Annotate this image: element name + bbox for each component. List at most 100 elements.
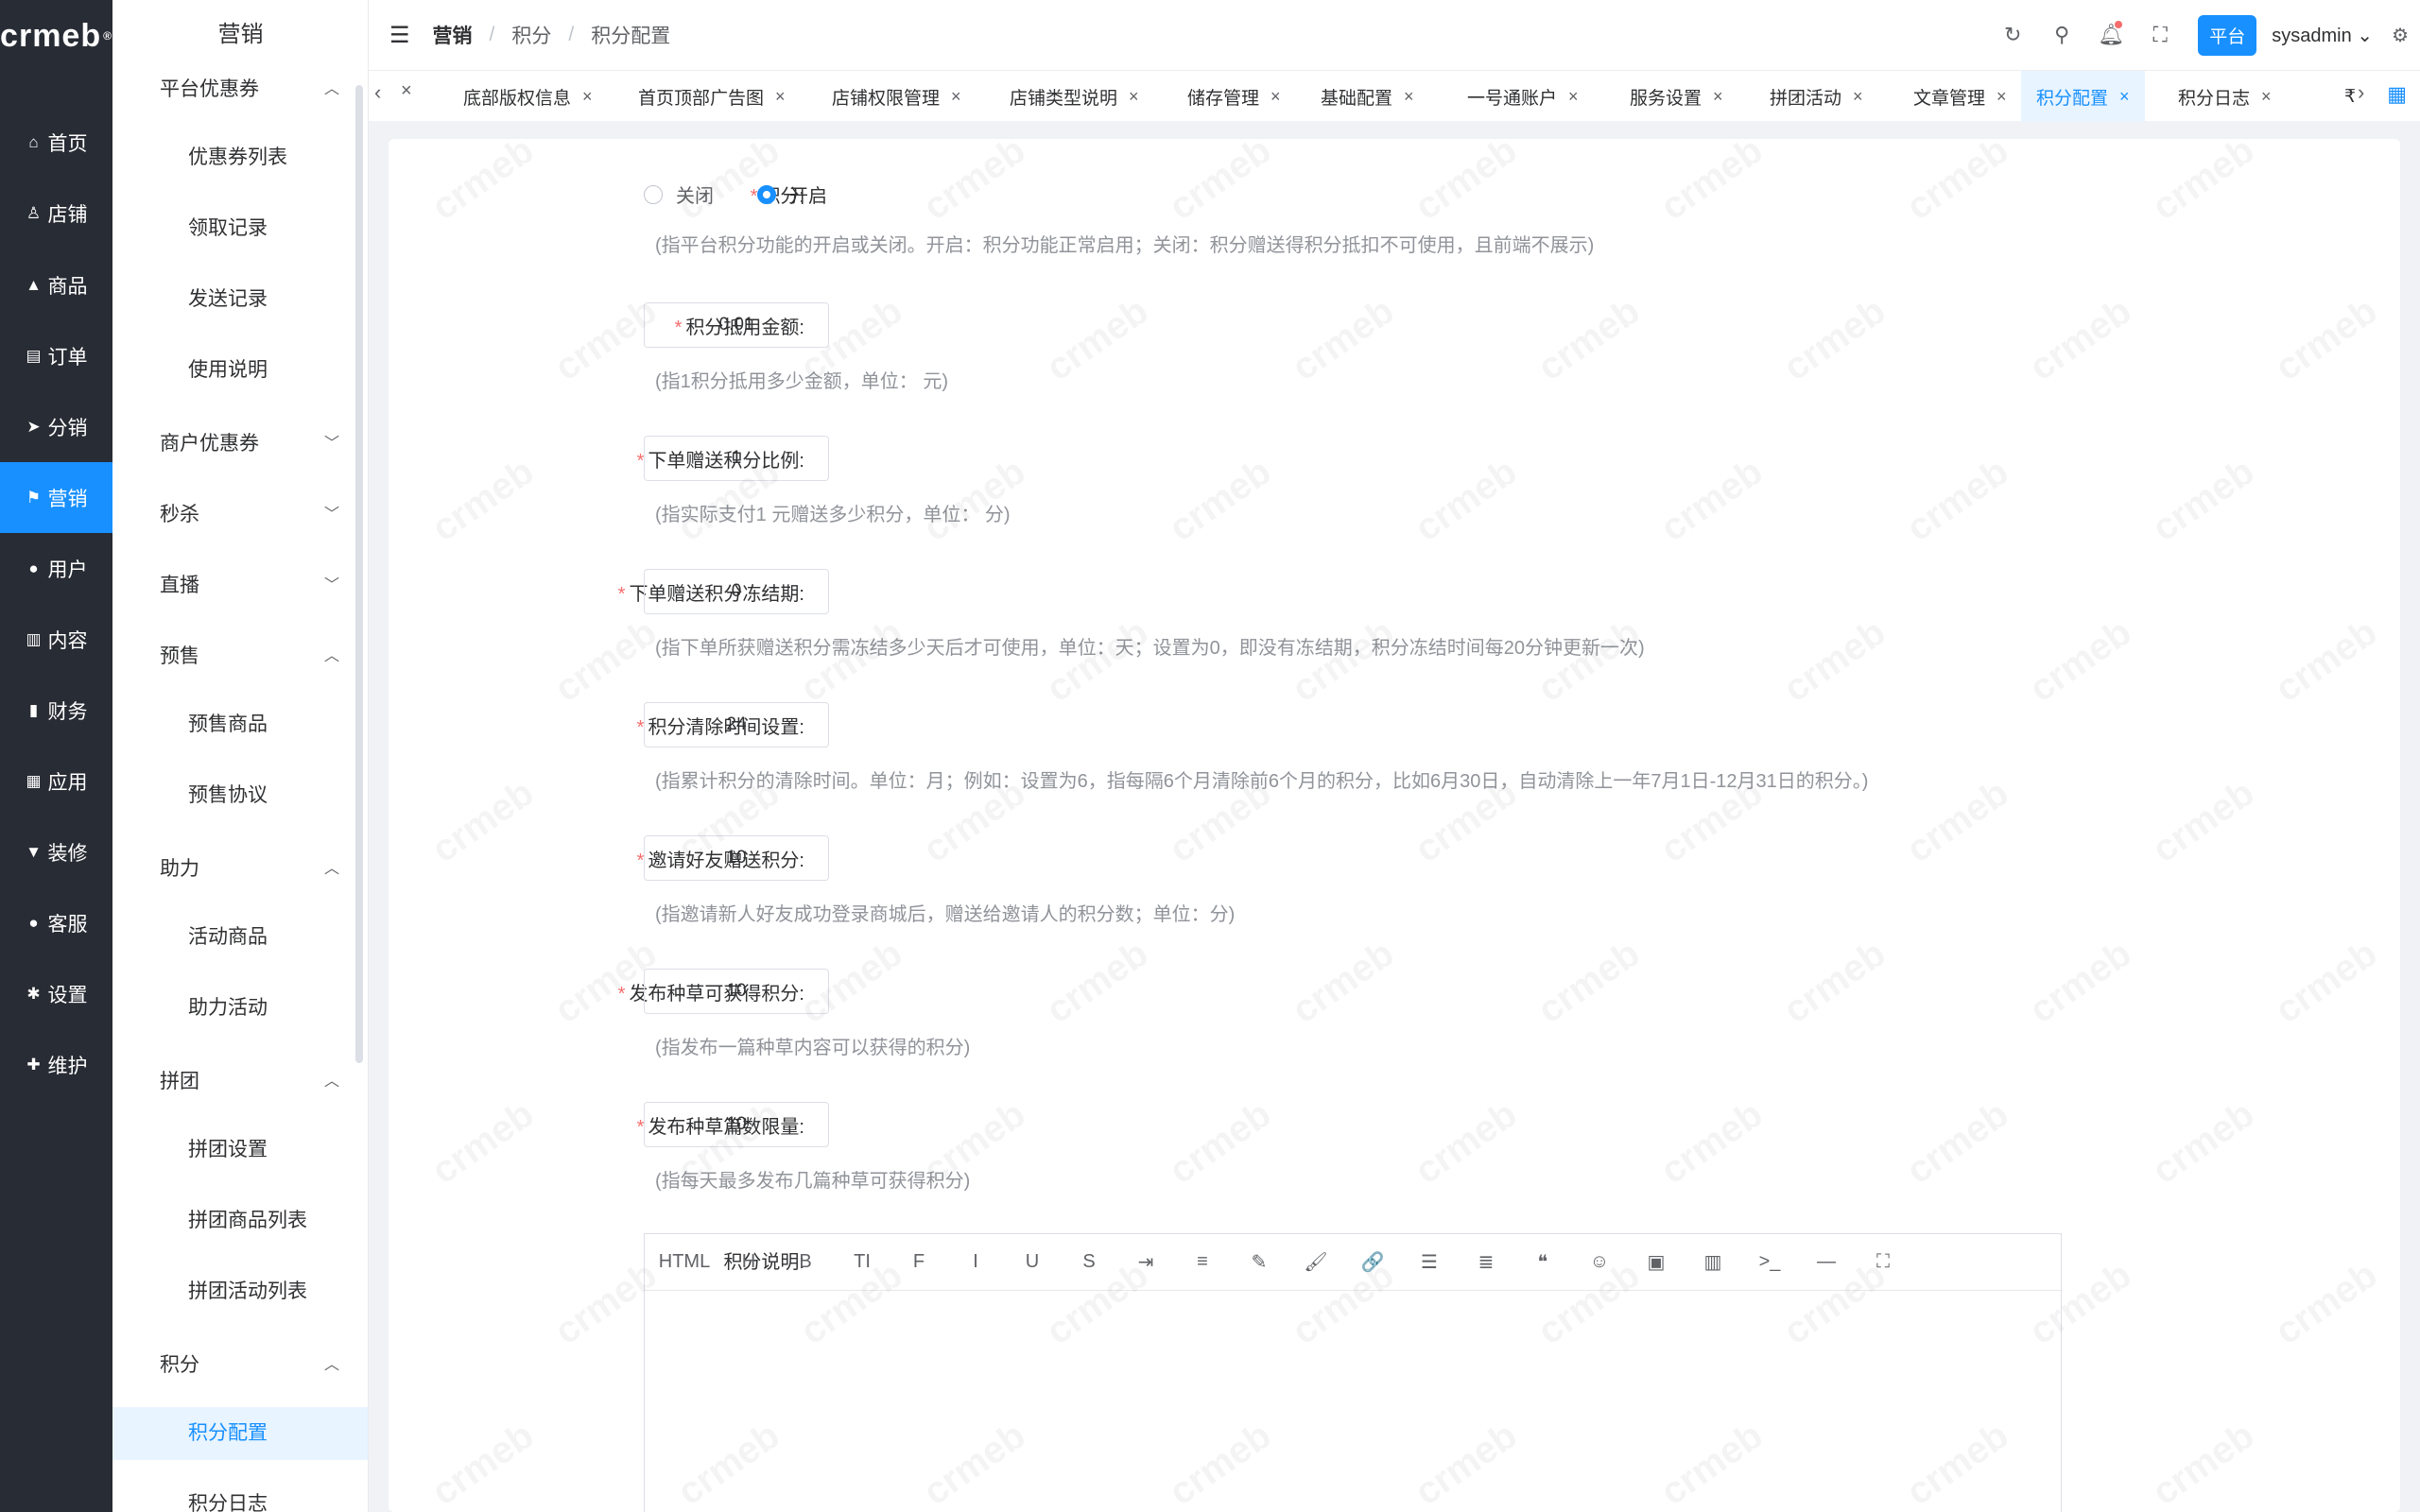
close-icon[interactable]: × [582, 87, 593, 107]
font-size-icon[interactable]: TI [834, 1251, 890, 1273]
close-icon[interactable]: × [1270, 87, 1281, 107]
tab-item[interactable]: 拼团活动 × [1770, 71, 1863, 122]
menu-group[interactable]: 商户优惠券 ﹀ [160, 428, 349, 456]
number-input[interactable]: 24 [644, 702, 829, 747]
nav-item-13[interactable]: ✱ 设置 [0, 958, 112, 1029]
line-height-icon[interactable]: ≡ [1174, 1251, 1231, 1273]
bg-color-icon[interactable]: 🖌 [1288, 1250, 1344, 1274]
tab-item[interactable]: 储存管理 × [1187, 71, 1281, 122]
close-icon[interactable]: × [1404, 87, 1414, 107]
platform-button[interactable]: 平台 [2198, 14, 2257, 56]
number-input[interactable]: 0 [644, 569, 829, 614]
tab-scroll-right-icon[interactable]: › [2358, 80, 2364, 105]
nav-item-4[interactable]: ▤ 订单 [0, 320, 112, 391]
tab-item[interactable]: 店铺权限管理 × [832, 71, 961, 122]
close-icon[interactable]: × [951, 87, 961, 107]
user-menu[interactable]: sysadmin ⌄ [2272, 24, 2373, 47]
gear-icon[interactable]: ⚙ [2392, 24, 2409, 47]
notification-bell-icon[interactable]: 🔔︎ [2086, 21, 2135, 47]
nav-item-8[interactable]: ▥ 内容 [0, 604, 112, 675]
menu-item[interactable]: 拼团设置 [112, 1124, 368, 1177]
list-icon[interactable]: ☰ [1401, 1250, 1458, 1274]
close-icon[interactable]: × [2261, 87, 2272, 107]
tab-item[interactable]: 店铺类型说明 × [1010, 71, 1139, 122]
nav-item-10[interactable]: ▦ 应用 [0, 746, 112, 816]
number-input[interactable]: 10 [644, 835, 829, 881]
nav-item-11[interactable]: ▼ 装修 [0, 816, 112, 887]
menu-item[interactable]: 发送记录 [112, 273, 368, 326]
tab-item[interactable]: 文章管理 × [1913, 71, 2007, 122]
nav-item-9[interactable]: ▮ 财务 [0, 675, 112, 746]
code-icon[interactable]: >_ [1741, 1251, 1798, 1273]
grid-icon[interactable]: ▦ [2387, 82, 2407, 107]
menu-fold-icon[interactable]: ☰ [389, 22, 410, 49]
video-icon[interactable]: ▥ [1685, 1250, 1741, 1274]
tab-scroll-left-icon[interactable]: ‹ [374, 80, 381, 105]
close-icon[interactable]: × [1129, 87, 1139, 107]
nav-item-12[interactable]: ● 客服 [0, 887, 112, 958]
strikethrough-icon[interactable]: S [1061, 1251, 1117, 1273]
close-icon[interactable]: × [775, 87, 786, 107]
fullscreen-icon[interactable]: ⛶ [2135, 23, 2185, 47]
menu-item[interactable]: 使用说明 [112, 344, 368, 397]
menu-group[interactable]: 拼团 ︿ [160, 1066, 349, 1094]
nav-item-5[interactable]: ➤ 分销 [0, 391, 112, 462]
close-icon[interactable]: × [1713, 87, 1723, 107]
menu-item[interactable]: 拼团活动列表 [112, 1265, 368, 1318]
nav-item-1[interactable]: ⌂ 首页 [0, 107, 112, 178]
refresh-icon[interactable]: ↻ [1988, 23, 2037, 47]
close-icon[interactable]: × [401, 80, 412, 102]
number-input[interactable]: 10 [644, 1102, 829, 1147]
link-icon[interactable]: 🔗 [1344, 1250, 1401, 1274]
breadcrumb-item[interactable]: 营销 [433, 21, 473, 49]
divider-icon[interactable]: — [1798, 1251, 1855, 1273]
menu-item[interactable]: 积分配置 [112, 1407, 368, 1460]
menu-group[interactable]: 直播 ﹀ [160, 570, 349, 598]
tab-item[interactable]: 服务设置 × [1630, 71, 1723, 122]
nav-item-14[interactable]: ✚ 维护 [0, 1029, 112, 1100]
close-icon[interactable]: × [2119, 87, 2130, 107]
html-icon[interactable]: HTML [656, 1251, 713, 1273]
align-icon[interactable]: ≣ [1458, 1250, 1514, 1274]
font-color-icon[interactable]: ✎ [1231, 1250, 1288, 1274]
search-icon[interactable]: ⚲ [2037, 23, 2086, 47]
tab-item[interactable]: 一号通账户 × [1467, 71, 1579, 122]
menu-item[interactable]: 预售商品 [112, 698, 368, 751]
tab-item[interactable]: 底部版权信息 × [463, 71, 593, 122]
radio-off[interactable]: 关闭 [644, 180, 714, 208]
font-family-icon[interactable]: F [890, 1251, 947, 1273]
menu-group[interactable]: 积分 ︿ [160, 1349, 349, 1378]
menu-item[interactable]: 活动商品 [112, 911, 368, 964]
nav-item-6[interactable]: ⚑ 营销 [0, 462, 112, 533]
indent-icon[interactable]: ⇥ [1117, 1250, 1174, 1274]
menu-item[interactable]: 助力活动 [112, 982, 368, 1035]
bold-icon[interactable]: B [777, 1251, 834, 1273]
close-icon[interactable]: × [1568, 87, 1579, 107]
image-icon[interactable]: ▣ [1628, 1250, 1685, 1274]
menu-item[interactable]: 预售协议 [112, 769, 368, 822]
breadcrumb-item[interactable]: 积分 [511, 21, 551, 49]
nav-item-2[interactable]: ♙ 店铺 [0, 178, 112, 249]
number-input[interactable]: 1 [644, 436, 829, 481]
heading-icon[interactable]: H [720, 1251, 777, 1273]
menu-item[interactable]: 拼团商品列表 [112, 1194, 368, 1247]
tab-item[interactable]: 首页顶部广告图 × [638, 71, 786, 122]
tab-item[interactable]: 积分配置 × [2021, 71, 2145, 122]
menu-group[interactable]: 秒杀 ﹀ [160, 499, 349, 527]
menu-group[interactable]: 助力 ︿ [160, 853, 349, 882]
logo[interactable]: crmeb ® [0, 0, 112, 72]
number-input[interactable]: 0.01 [644, 302, 829, 348]
rich-text-editor[interactable]: HTML H B TI F I U S ⇥ ≡ ✎ 🖌 🔗 ☰ ≣ ❝ ☺ ▣ ▥ >_ — ⛶ [644, 1233, 2062, 1512]
close-icon[interactable]: × [1853, 87, 1863, 107]
radio-on[interactable]: 开启 [757, 180, 827, 208]
menu-item[interactable]: 领取记录 [112, 202, 368, 255]
underline-icon[interactable]: U [1004, 1251, 1061, 1273]
menu-group[interactable]: 平台优惠券 ︿ [160, 74, 349, 102]
menu-item[interactable]: 优惠券列表 [112, 131, 368, 184]
emoji-icon[interactable]: ☺ [1571, 1251, 1628, 1273]
number-input[interactable]: 10 [644, 969, 829, 1014]
close-icon[interactable]: × [1996, 87, 2007, 107]
nav-item-3[interactable]: ▲ 商品 [0, 249, 112, 320]
italic-icon[interactable]: I [947, 1251, 1004, 1273]
quote-icon[interactable]: ❝ [1514, 1250, 1571, 1274]
